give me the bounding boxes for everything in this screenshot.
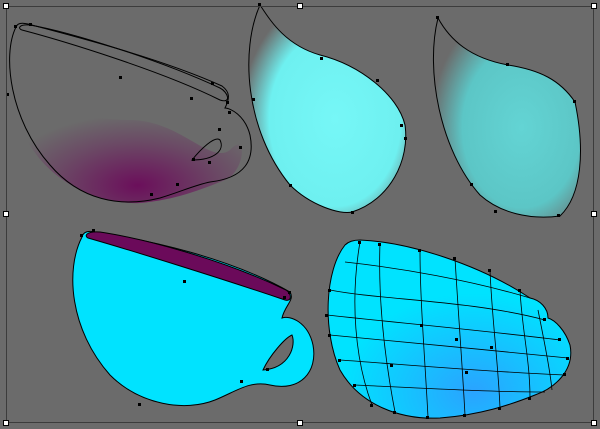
cyan-cup-object[interactable]: [72, 229, 315, 406]
cyan-highlight-object[interactable]: [248, 3, 407, 214]
resize-handle-middle-right[interactable]: [591, 211, 597, 217]
cup-outline-object[interactable]: [6, 22, 252, 204]
drawing-canvas[interactable]: [0, 0, 600, 429]
resize-handle-top-left[interactable]: [3, 3, 9, 9]
resize-handle-top-center[interactable]: [297, 3, 303, 9]
resize-handle-bottom-right[interactable]: [591, 420, 597, 426]
mesh-cup-body: [327, 239, 572, 419]
cyan-blob-shape: [248, 3, 407, 214]
resize-handle-bottom-left[interactable]: [3, 420, 9, 426]
mesh-cup-object[interactable]: [325, 239, 572, 419]
artboard[interactable]: [0, 0, 600, 429]
resize-handle-top-right[interactable]: [591, 3, 597, 9]
cup-rim-outline: [19, 24, 228, 102]
teal-shade-object[interactable]: [432, 16, 581, 218]
teal-blob-shape: [432, 16, 581, 218]
resize-handle-middle-left[interactable]: [3, 211, 9, 217]
resize-handle-bottom-center[interactable]: [297, 420, 303, 426]
